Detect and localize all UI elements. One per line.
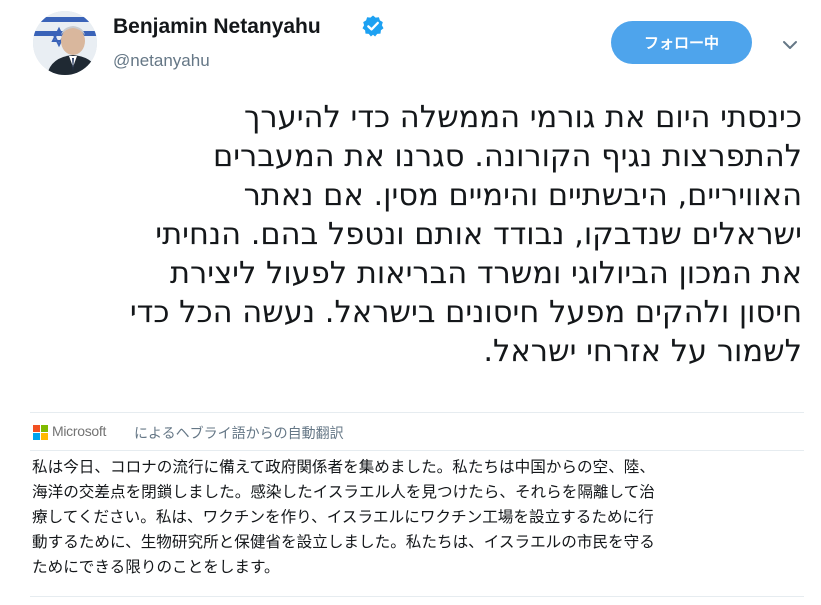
avatar-image [33,11,97,75]
translated-text-line: 海洋の交差点を閉鎖しました。感染したイスラエル人を見つけたら、それらを隔離して治 [32,483,655,501]
tweet-text-line: האוויריים, היבשתיים והימיים מסין. אם נאת… [243,178,802,213]
tweet-text-line: לשמור על אזרחי ישראל. [483,334,802,369]
translation-label[interactable]: によるヘブライ語からの自動翻訳 [134,423,344,443]
user-handle[interactable]: @netanyahu [113,51,210,71]
tweet-text-line: כינסתי היום את גורמי הממשלה כדי להיערך [244,100,802,135]
avatar[interactable] [33,11,97,75]
tweet-text-line: ישראלים שנדבקו, נבודד אותם ונטפל בהם. הנ… [155,217,802,252]
translated-text-line: ためにできる限りのことをします。 [32,558,280,576]
tweet-text-line: את המכון הביולוגי ומשרד הבריאות לפעול לי… [169,256,802,291]
verified-badge-icon [362,15,384,37]
tweet-text-line: להתפרצות נגיף הקורונה. סגרנו את המעברים [212,139,802,174]
translated-text-line: 動するために、生物研究所と保健省を設立しました。私たちは、イスラエルの市民を守る [32,533,655,551]
tweet-text: כינסתי היום את גורמי הממשלה כדי להיערך ל… [36,98,802,371]
translated-text-line: 療してください。私は、ワクチンを作り、イスラエルにワクチン工場を設立するために行 [32,508,654,526]
translated-text-line: 私は今日、コロナの流行に備えて政府関係者を集めました。私たちは中国からの空、陸、 [32,458,655,476]
microsoft-logo-icon [33,425,48,440]
translation-attribution[interactable]: Microsoft によるヘブライ語からの自動翻訳 [30,412,804,451]
display-name[interactable]: Benjamin Netanyahu [113,15,321,39]
microsoft-wordmark: Microsoft [52,423,107,439]
tweet-header: Benjamin Netanyahu @netanyahu フォロー中 [0,0,821,90]
tweet-text-line: חיסון ולהקים מפעל חיסונים בישראל. נעשה ה… [129,295,802,330]
chevron-down-icon[interactable] [780,35,800,55]
divider [30,596,804,597]
following-button[interactable]: フォロー中 [611,21,752,64]
translated-text: 私は今日、コロナの流行に備えて政府関係者を集めました。私たちは中国からの空、陸、… [32,455,810,580]
